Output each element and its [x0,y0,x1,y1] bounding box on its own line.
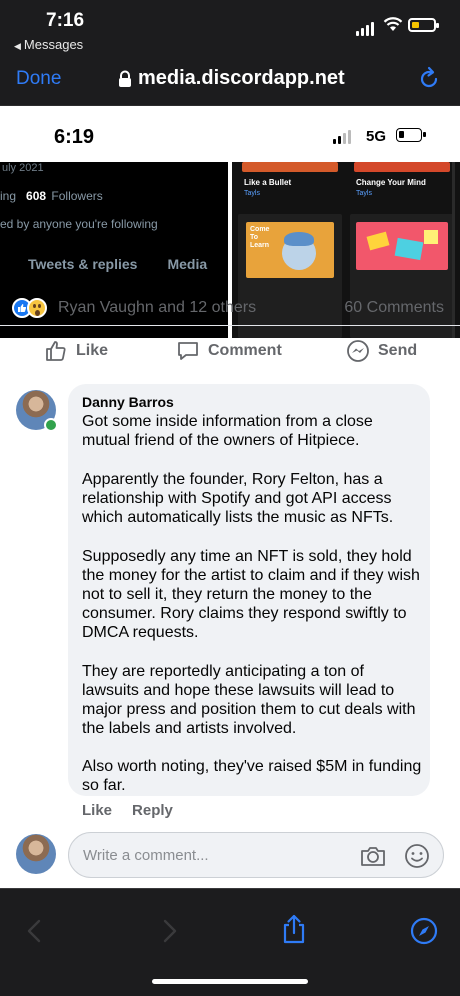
like-button[interactable]: Like [44,339,108,363]
emoji-icon[interactable] [403,842,431,870]
album-art [356,222,448,270]
track-title: Change Your Mind [356,178,426,187]
album-art [242,162,338,172]
my-avatar [16,834,56,874]
thumbs-up-icon [46,341,66,361]
track-artist: Tayls [356,190,372,197]
comment-composer: Write a comment... [0,828,460,888]
inner-network-label: 5G [366,128,387,145]
url-text: media.discordapp.net [138,67,345,89]
comments-count[interactable]: 60 Comments [344,299,444,317]
back-arrow-icon: ◀ [14,41,21,51]
forward-icon[interactable] [156,917,180,945]
back-label: Messages [23,37,84,52]
online-status-icon [44,418,58,432]
wow-reaction-icon [27,298,47,318]
messenger-icon [347,340,369,362]
browser-navbar: Done media.discordapp.net [0,58,460,106]
home-indicator [152,979,308,984]
wifi-icon [383,17,403,31]
comment-input[interactable]: Write a comment... [68,832,444,878]
comment-label: Comment [208,342,282,359]
track-title: Like a Bullet [244,178,292,187]
followers-count: 608 [26,189,47,203]
comment-like-button[interactable]: Like [82,802,112,819]
cellular-signal-icon [356,22,374,36]
album-art: Come To Learn [246,222,334,278]
comment-button[interactable]: Comment [176,339,282,363]
comment-paragraph: Also worth noting, they've raised $5M in… [82,758,422,794]
twitter-followed-by: ed by anyone you're following [0,217,158,231]
tab-tweets-replies: Tweets & replies [28,256,138,272]
tab-media: Media [167,256,208,272]
reaction-icons [12,298,47,318]
comment-paragraph: Apparently the founder, Rory Felton, has… [82,471,394,526]
status-bar: 7:16 ◀ Messages [0,0,460,58]
twitter-followers: ing 608 Followers [0,189,103,203]
browser-toolbar [0,888,460,996]
inner-battery-icon [396,128,426,142]
avatar[interactable] [16,390,58,432]
followers-label: Followers [51,189,103,203]
twitter-join-date: uly 2021 [2,162,44,174]
back-icon[interactable] [24,917,48,945]
battery-icon [408,18,439,32]
done-button[interactable]: Done [16,68,61,90]
album-art [354,162,450,172]
compass-icon[interactable] [410,917,438,945]
back-to-messages[interactable]: ◀ Messages [14,37,83,52]
inner-status-bar: 6:19 5G [0,106,460,162]
share-icon[interactable] [280,913,308,945]
reload-icon[interactable] [416,66,442,92]
comment-paragraph: They are reportedly anticipating a ton o… [82,663,416,737]
post-actions: Like Comment Send [0,326,460,376]
comment-paragraph: Got some inside information from a close… [82,413,373,449]
comment-actions: Like Reply [82,802,173,819]
send-button[interactable]: Send [346,339,417,363]
comment-placeholder: Write a comment... [83,847,209,864]
track-artist: Tayls [244,190,260,197]
lock-icon [119,70,131,87]
status-time: 7:16 [46,10,85,31]
comment-icon [178,342,198,360]
reactions-row[interactable]: Ryan Vaughn and 12 others 60 Comments [0,288,460,326]
reaction-names[interactable]: Ryan Vaughn and 12 others [58,299,256,317]
twitter-tabs: Tweets & replies Media [28,256,207,272]
comment-paragraph: Supposedly any time an NFT is sold, they… [82,548,420,641]
like-label: Like [76,342,109,359]
comment-author[interactable]: Danny Barros [82,394,174,410]
inner-signal-icon [333,130,351,144]
url-bar[interactable]: media.discordapp.net [118,67,345,90]
inner-status-time: 6:19 [54,126,95,148]
screenshot-image: 6:19 5G uly 2021 ing 608 Followers ed by… [0,106,460,888]
comment-reply-button[interactable]: Reply [132,802,173,819]
send-label: Send [378,342,418,359]
camera-icon[interactable] [359,842,387,870]
comment-bubble: Danny Barros Got some inside information… [68,384,430,796]
